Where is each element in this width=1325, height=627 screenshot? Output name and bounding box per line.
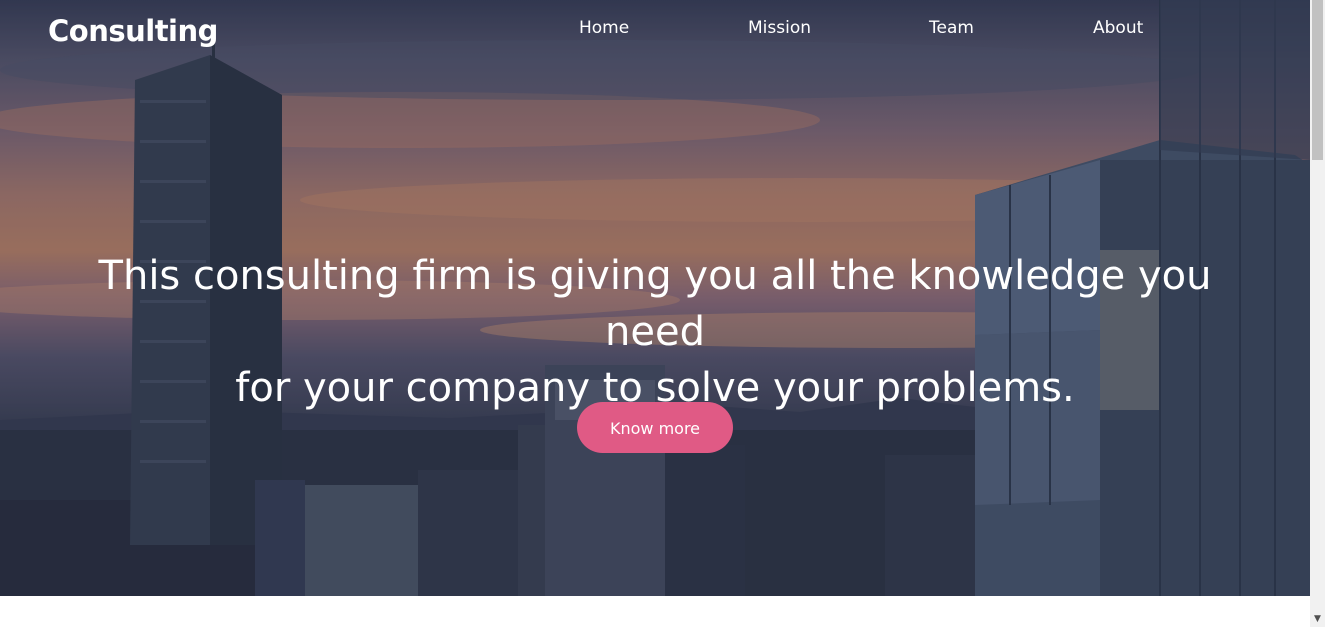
- know-more-button[interactable]: Know more: [577, 402, 733, 453]
- page: Consulting Home Mission Team About This …: [0, 0, 1325, 627]
- scrollbar-thumb[interactable]: [1312, 0, 1323, 160]
- hero-section: Consulting Home Mission Team About This …: [0, 0, 1310, 596]
- vertical-scrollbar[interactable]: ▼: [1310, 0, 1325, 627]
- chevron-down-icon[interactable]: ▼: [1310, 613, 1325, 625]
- nav-item-team[interactable]: Team: [929, 18, 974, 38]
- nav-item-mission[interactable]: Mission: [748, 18, 811, 38]
- nav-item-home[interactable]: Home: [579, 18, 629, 38]
- nav-item-about[interactable]: About: [1093, 18, 1143, 38]
- hero-headline-line1: This consulting firm is giving you all t…: [98, 253, 1212, 355]
- hero-headline: This consulting firm is giving you all t…: [60, 248, 1250, 416]
- site-logo[interactable]: Consulting: [48, 14, 218, 48]
- next-section: [0, 596, 1310, 627]
